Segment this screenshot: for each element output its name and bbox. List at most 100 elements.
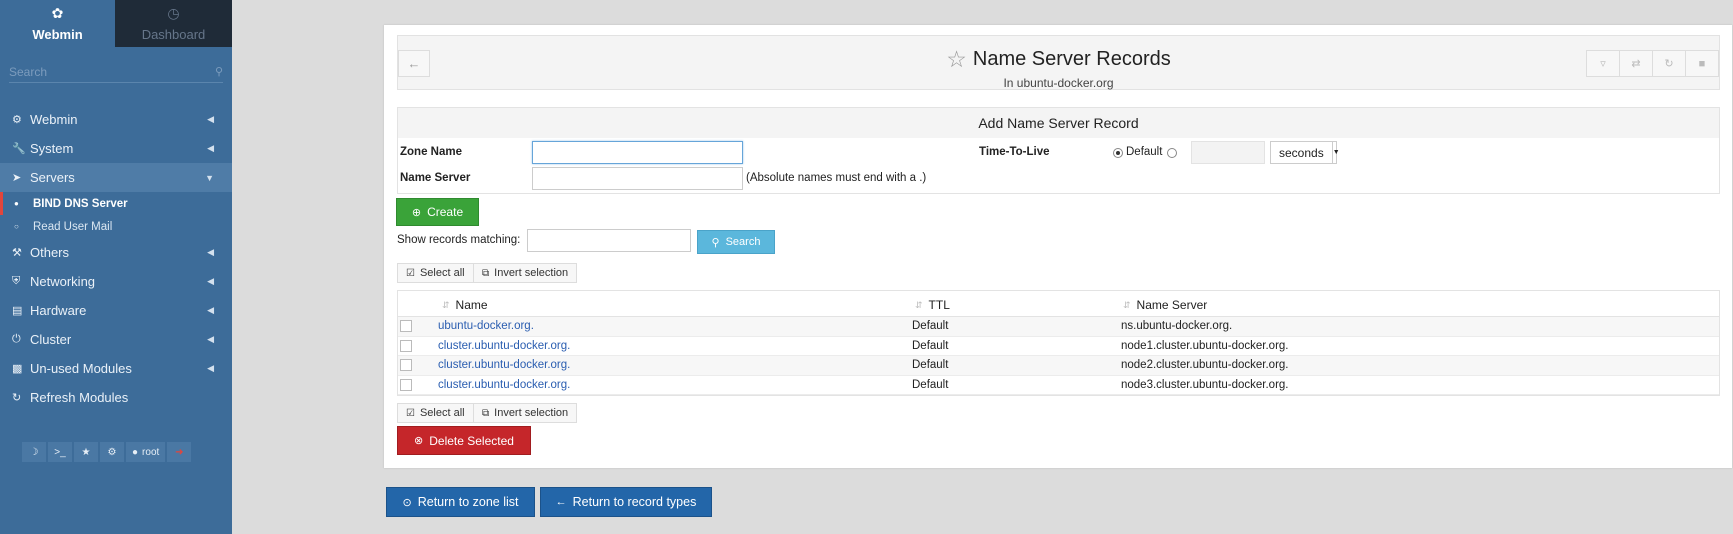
zone-name-input[interactable]: [532, 141, 743, 164]
favorite-star-icon[interactable]: ☆: [946, 46, 967, 73]
col-ns-header[interactable]: ⇵ Name Server: [1123, 298, 1207, 312]
subitem-label: Read User Mail: [33, 220, 113, 233]
create-button[interactable]: ⊕ Create: [396, 198, 479, 226]
sidebar-item-label: Cluster: [30, 332, 72, 347]
external-link-icon: ⧉: [482, 267, 490, 279]
favorites-star-icon[interactable]: ★: [74, 442, 98, 462]
return-record-types-button[interactable]: ← Return to record types: [540, 487, 712, 517]
wrench-icon: 🔧: [12, 143, 26, 155]
invert-selection-button-top[interactable]: ⧉ Invert selection: [473, 263, 578, 283]
row-checkbox[interactable]: [400, 339, 412, 352]
main-panel: ← ☆ Name Server Records In ubuntu-docker…: [384, 25, 1732, 468]
table-row: ubuntu-docker.org. Default ns.ubuntu-doc…: [398, 317, 1719, 337]
search-button[interactable]: ⚲ Search: [697, 230, 775, 254]
page-title-row: ☆ Name Server Records: [946, 46, 1170, 73]
record-ns: ns.ubuntu-docker.org.: [1121, 320, 1233, 332]
record-ttl: Default: [912, 320, 949, 332]
gear-icon: ⚙: [12, 114, 22, 126]
search-icon: ⚲: [711, 236, 720, 249]
caret-left-icon: ◀: [207, 363, 214, 373]
select-all-label: Select all: [419, 407, 465, 419]
external-link-icon: ⧉: [482, 407, 490, 419]
col-name-header[interactable]: ⇵ Name: [442, 298, 488, 312]
night-mode-icon[interactable]: ☽: [22, 442, 46, 462]
search-icon[interactable]: ⚲: [215, 65, 223, 78]
refresh-icon: ↻: [12, 392, 22, 404]
theme-settings-icon[interactable]: ⚙: [100, 442, 124, 462]
col-name-label: Name: [455, 298, 488, 312]
bullet-icon: ●: [14, 199, 19, 208]
page-subtitle: In ubuntu-docker.org: [1003, 76, 1114, 90]
sidebar-item-networking[interactable]: ⛨ Networking ◀: [0, 267, 232, 296]
servers-submenu: ● BIND DNS Server ○ Read User Mail: [0, 192, 232, 238]
sidebar-item-hardware[interactable]: ▤ Hardware ◀: [0, 296, 232, 325]
sidebar-item-others[interactable]: ⚒ Others ◀: [0, 238, 232, 267]
table-header: ⇵ Name ⇵ TTL ⇵ Name Server: [398, 291, 1719, 317]
times-circle-icon: ⊗: [414, 435, 424, 447]
tab-webmin-label: Webmin: [32, 27, 83, 42]
delete-selected-button[interactable]: ⊗ Delete Selected: [397, 426, 531, 455]
shield-icon: ⛨: [12, 275, 21, 287]
sidebar-bottom-bar: ☽ >_ ★ ⚙ ● root ➜: [22, 442, 192, 462]
caret-down-icon: ▼: [205, 172, 214, 183]
ttl-value-input[interactable]: [1191, 141, 1265, 164]
table-body: ubuntu-docker.org. Default ns.ubuntu-doc…: [398, 317, 1719, 395]
user-button[interactable]: ● root: [126, 442, 166, 462]
record-name-link[interactable]: ubuntu-docker.org.: [438, 320, 534, 332]
sidebar-item-refresh-modules[interactable]: ↻ Refresh Modules: [0, 383, 232, 412]
tab-dashboard[interactable]: ◷ Dashboard: [115, 0, 232, 47]
name-server-input[interactable]: [532, 167, 743, 190]
page-title: Name Server Records: [972, 48, 1171, 70]
sidebar-item-cluster[interactable]: ⏻ Cluster ◀: [0, 325, 232, 354]
check-square-icon: ☑: [406, 267, 415, 279]
sidebar-item-system[interactable]: 🔧 System ◀: [0, 134, 232, 163]
ttl-custom-radio[interactable]: [1167, 148, 1177, 158]
hdd-icon: ▤: [12, 305, 23, 317]
sort-icon: ⇵: [442, 299, 450, 310]
user-icon: ●: [132, 446, 139, 458]
zone-name-label: Zone Name: [400, 146, 462, 158]
row-checkbox[interactable]: [400, 359, 412, 371]
tab-webmin[interactable]: ✿ Webmin: [0, 0, 115, 47]
dashboard-gauge-icon: ◷: [167, 5, 180, 21]
caret-left-icon: ◀: [207, 276, 214, 286]
chevron-down-icon: ▼: [1331, 142, 1340, 163]
sidebar-subitem-read-user-mail[interactable]: ○ Read User Mail: [0, 215, 232, 238]
stop-icon[interactable]: ■: [1685, 50, 1719, 77]
search-records-input[interactable]: [527, 229, 691, 252]
record-name-link[interactable]: cluster.ubuntu-docker.org.: [438, 379, 570, 391]
records-table: ⇵ Name ⇵ TTL ⇵ Name Server ubuntu-docker.or…: [397, 290, 1720, 396]
header-buttons: ▿ ⇄ ↻ ■: [1586, 50, 1719, 77]
ttl-default-radio[interactable]: [1113, 148, 1123, 158]
select-all-button-top[interactable]: ☑ Select all: [397, 263, 474, 283]
row-checkbox[interactable]: [400, 320, 412, 332]
select-all-button-bottom[interactable]: ☑ Select all: [397, 403, 474, 423]
ttl-default-label: Default: [1126, 146, 1163, 158]
return-record-types-label: Return to record types: [572, 495, 697, 509]
return-zone-list-button[interactable]: ⊙ Return to zone list: [386, 487, 535, 517]
terminal-icon[interactable]: >_: [48, 442, 72, 462]
record-name-link[interactable]: cluster.ubuntu-docker.org.: [438, 359, 570, 371]
sidebar-item-unused-modules[interactable]: ▩ Un-used Modules ◀: [0, 354, 232, 383]
show-matching-label: Show records matching:: [397, 234, 521, 246]
sidebar-item-servers[interactable]: ➤ Servers ▼: [0, 163, 232, 192]
sidebar-subitem-bind-dns[interactable]: ● BIND DNS Server: [0, 192, 232, 215]
row-checkbox[interactable]: [400, 378, 412, 391]
invert-selection-button-bottom[interactable]: ⧉ Invert selection: [473, 403, 578, 423]
plus-circle-icon: ⊕: [411, 206, 422, 219]
sidebar-item-label: Others: [30, 245, 70, 260]
ttl-unit-select[interactable]: seconds ▼: [1270, 141, 1340, 164]
sidebar-search-input[interactable]: [9, 64, 189, 79]
reload-icon[interactable]: ↻: [1652, 50, 1686, 77]
search-button-label: Search: [725, 236, 761, 248]
record-name-link[interactable]: cluster.ubuntu-docker.org.: [438, 340, 570, 352]
invert-selection-label: Invert selection: [494, 407, 569, 419]
bullet-outline-icon: ○: [14, 222, 19, 231]
name-server-hint: (Absolute names must end with a .): [746, 172, 927, 184]
sidebar: ✿ Webmin ◷ Dashboard ⚲ ⚙ Webmin ◀ 🔧 System…: [0, 0, 232, 534]
filter-icon[interactable]: ▿: [1586, 50, 1620, 77]
logout-icon[interactable]: ➜: [167, 442, 192, 462]
col-ttl-header[interactable]: ⇵ TTL: [915, 298, 950, 312]
sidebar-item-webmin[interactable]: ⚙ Webmin ◀: [0, 105, 232, 134]
transfer-icon[interactable]: ⇄: [1619, 50, 1653, 77]
